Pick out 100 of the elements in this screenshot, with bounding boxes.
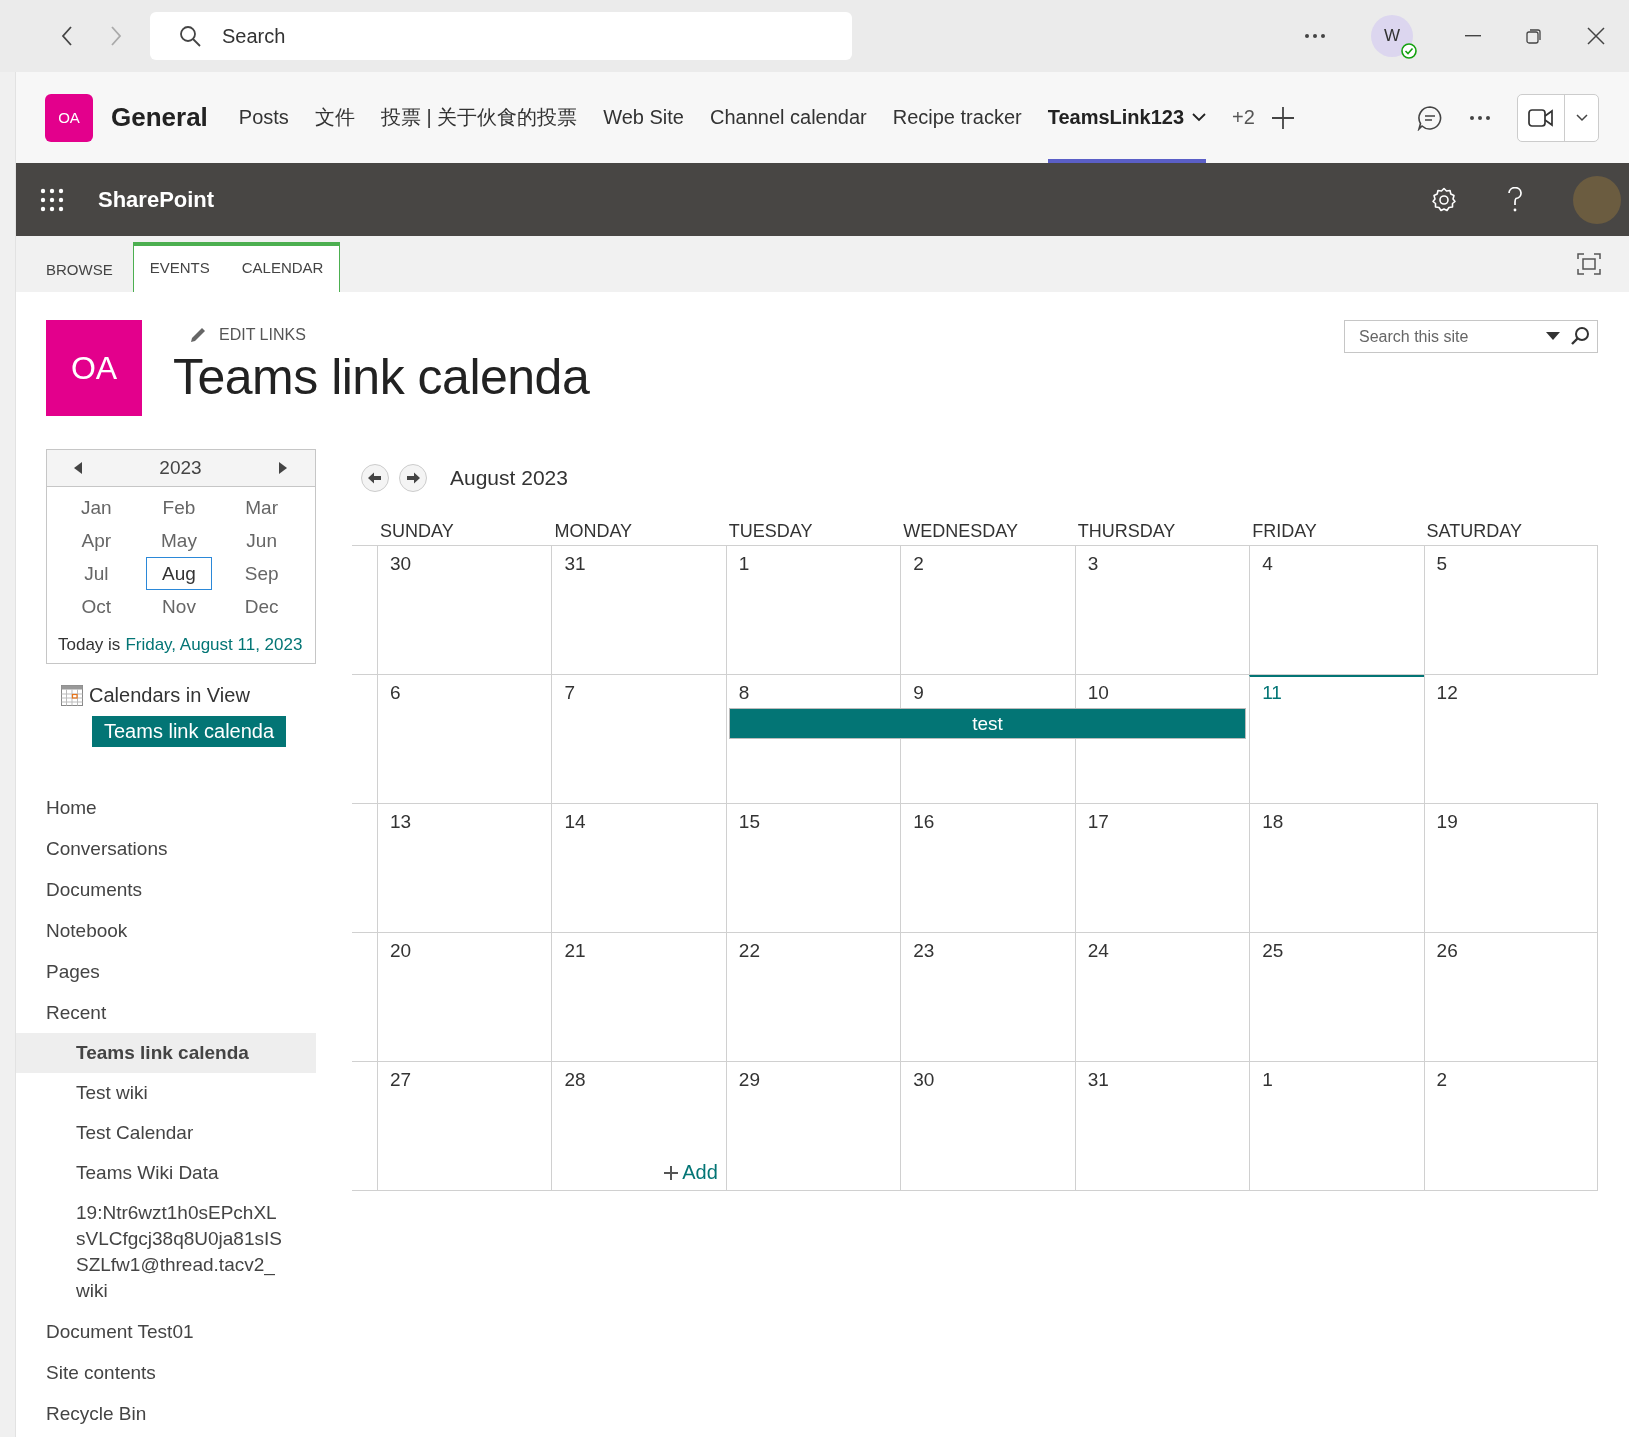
focus-icon[interactable] (1577, 253, 1601, 275)
channel-tab[interactable]: 投票 | 关于伙食的投票 (380, 72, 578, 163)
more-icon[interactable] (1469, 114, 1491, 121)
day-cell[interactable]: 2 (900, 546, 1075, 674)
day-cell[interactable]: 7 (551, 675, 726, 803)
minimize-icon[interactable] (1465, 35, 1481, 37)
day-cell[interactable]: 25 (1249, 933, 1424, 1061)
month-cell[interactable]: Nov (145, 590, 213, 623)
month-cell[interactable]: Oct (63, 590, 130, 623)
day-cell[interactable]: 28 Add (551, 1062, 726, 1190)
day-number: 9 (913, 682, 924, 703)
day-cell[interactable]: 2 (1423, 1062, 1598, 1190)
month-cell[interactable]: Aug (145, 557, 213, 590)
day-cell[interactable]: 1 (1249, 1062, 1424, 1190)
day-cell[interactable]: 13 (377, 804, 552, 932)
month-cell[interactable]: Feb (145, 491, 213, 524)
day-cell[interactable]: 11 (1249, 675, 1424, 803)
previous-year-icon[interactable] (74, 462, 82, 474)
ribbon-tab[interactable]: CALENDAR (225, 246, 340, 288)
day-cell[interactable]: 22 (725, 933, 901, 1061)
back-icon[interactable] (60, 25, 74, 47)
video-call-button[interactable] (1517, 93, 1599, 142)
app-launcher-icon[interactable] (40, 187, 64, 212)
settings-icon[interactable] (1431, 186, 1457, 213)
nav-link[interactable]: Conversations (16, 828, 316, 869)
day-cell[interactable]: 31 (551, 546, 726, 674)
month-cell[interactable]: Sep (228, 557, 295, 590)
month-cell[interactable]: Jun (228, 524, 295, 557)
search-field[interactable]: Search (150, 12, 852, 60)
ribbon-tab[interactable]: BROWSE (46, 246, 129, 292)
close-icon[interactable] (1587, 27, 1605, 45)
channel-tab[interactable]: 文件 (314, 72, 355, 163)
nav-link[interactable]: Document Test01 (16, 1311, 316, 1352)
more-icon[interactable] (1304, 33, 1326, 39)
month-cell[interactable]: Jul (63, 557, 130, 590)
month-cell[interactable]: May (145, 524, 213, 557)
day-cell[interactable]: 31 (1074, 1062, 1250, 1190)
ribbon-tab[interactable]: EVENTS (133, 246, 226, 288)
day-cell[interactable]: 21 (551, 933, 726, 1061)
add-event-link[interactable]: Add (664, 1161, 718, 1184)
day-cell[interactable]: 16 (900, 804, 1075, 932)
nav-link[interactable]: 19:Ntr6wzt1h0sEPchXLsVLCfgcj38q8U0ja81sISSZLfw1@thread.tacv2_wiki (16, 1193, 316, 1311)
search-icon[interactable] (1570, 326, 1590, 346)
help-icon[interactable] (1507, 186, 1523, 213)
site-logo[interactable]: OA (46, 320, 142, 416)
channel-tab[interactable]: Web Site (603, 72, 684, 163)
day-number: 7 (564, 682, 575, 703)
day-cell[interactable]: 17 (1074, 804, 1250, 932)
app-title[interactable]: SharePoint (98, 186, 215, 213)
day-cell[interactable]: 15 (725, 804, 901, 932)
day-cell[interactable]: 6 (377, 675, 552, 803)
calendar-event[interactable]: test (728, 708, 1247, 739)
calendar-tag[interactable]: Teams link calenda (92, 716, 287, 747)
nav-link[interactable]: Recent (16, 992, 316, 1033)
channel-tab[interactable]: Channel calendar (709, 72, 867, 163)
day-cell[interactable]: 19 (1423, 804, 1598, 932)
nav-link[interactable]: Notebook (16, 910, 316, 951)
site-search-field[interactable]: Search this site (1344, 320, 1598, 353)
day-cell[interactable]: 3 (1074, 546, 1250, 674)
day-cell[interactable]: 5 (1423, 546, 1598, 674)
chat-icon[interactable] (1417, 104, 1443, 131)
add-icon[interactable] (1270, 105, 1295, 130)
nav-link[interactable]: Pages (16, 951, 316, 992)
day-cell[interactable]: 30 (377, 546, 552, 674)
today-link[interactable]: Friday, August 11, 2023 (125, 635, 303, 655)
day-cell[interactable]: 4 (1249, 546, 1424, 674)
month-cell[interactable]: Apr (63, 524, 130, 557)
next-month-icon[interactable] (398, 463, 428, 493)
channel-tab[interactable]: Posts (238, 72, 289, 163)
nav-link[interactable]: Teams Wiki Data (16, 1153, 316, 1193)
channel-tab[interactable]: Recipe tracker (892, 72, 1022, 163)
day-cell[interactable]: 24 (1074, 933, 1250, 1061)
day-number: 26 (1436, 940, 1458, 961)
day-cell[interactable]: 12 (1423, 675, 1598, 803)
nav-link[interactable]: Test Calendar (16, 1113, 316, 1153)
nav-link[interactable]: Documents (16, 869, 316, 910)
day-cell[interactable]: 27 (377, 1062, 552, 1190)
nav-link[interactable]: Site contents (16, 1352, 316, 1393)
dropdown-icon[interactable] (1546, 332, 1560, 340)
previous-month-icon[interactable] (360, 463, 390, 493)
more-tabs-button[interactable]: +2 (1232, 72, 1255, 163)
month-cell[interactable]: Dec (228, 590, 295, 623)
day-cell[interactable]: 30 (900, 1062, 1075, 1190)
day-cell[interactable]: 1 (725, 546, 901, 674)
nav-link[interactable]: Teams link calenda (16, 1033, 316, 1073)
nav-link[interactable]: Recycle Bin (16, 1393, 316, 1434)
day-cell[interactable]: 26 (1423, 933, 1598, 1061)
team-badge: OA (45, 93, 93, 142)
day-cell[interactable]: 29 (725, 1062, 901, 1190)
edit-links-link[interactable]: EDIT LINKS (189, 326, 590, 344)
month-cell[interactable]: Mar (228, 491, 295, 524)
restore-icon[interactable] (1526, 28, 1542, 44)
nav-link[interactable]: Test wiki (16, 1073, 316, 1113)
day-cell[interactable]: 14 (551, 804, 726, 932)
nav-link[interactable]: Home (16, 787, 316, 828)
day-cell[interactable]: 18 (1249, 804, 1424, 932)
day-cell[interactable]: 23 (900, 933, 1075, 1061)
next-year-icon[interactable] (279, 462, 287, 474)
day-cell[interactable]: 20 (377, 933, 552, 1061)
month-cell[interactable]: Jan (63, 491, 130, 524)
